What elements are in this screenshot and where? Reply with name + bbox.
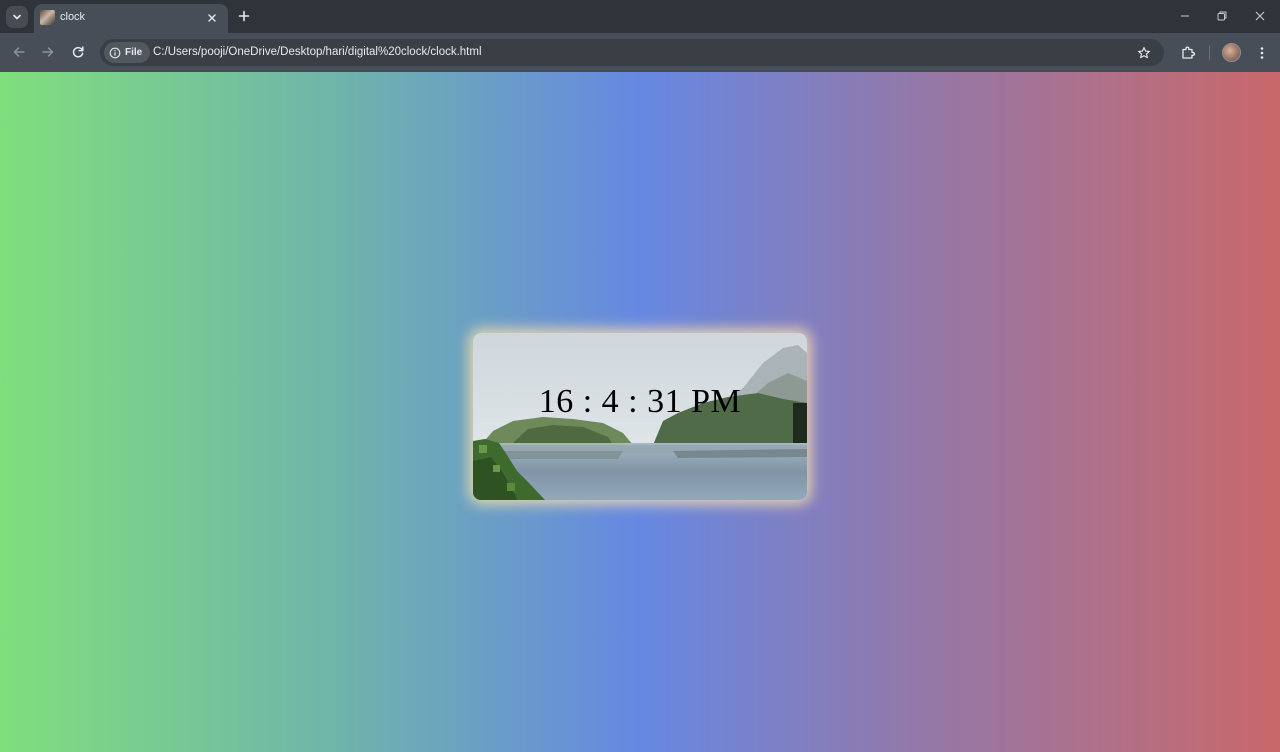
close-window-button[interactable]: [1248, 5, 1272, 27]
arrow-left-icon: [13, 47, 25, 57]
tab-strip: clock: [0, 0, 1280, 33]
restore-icon: [1217, 11, 1227, 21]
close-icon: [208, 14, 216, 22]
avatar[interactable]: [1222, 43, 1241, 62]
page-favicon: [40, 10, 55, 25]
chevron-down-icon: [13, 14, 21, 20]
back-button[interactable]: [8, 41, 30, 63]
clock-card: 16 : 4 : 31 PM: [473, 333, 807, 500]
tab-title: clock: [60, 11, 86, 23]
url-text[interactable]: C:/Users/pooji/OneDrive/Desktop/hari/dig…: [153, 46, 482, 58]
site-info-chip[interactable]: File: [104, 42, 151, 63]
browser-menu-button[interactable]: [1251, 42, 1273, 64]
arrow-right-icon: [42, 47, 54, 57]
plus-icon: [238, 10, 250, 22]
reload-icon: [72, 46, 84, 58]
browser-toolbar: File C:/Users/pooji/OneDrive/Desktop/har…: [0, 33, 1280, 72]
star-icon: [1138, 47, 1150, 59]
kebab-menu-icon: [1260, 47, 1264, 59]
tab-search-button[interactable]: [6, 6, 28, 28]
active-tab[interactable]: clock: [34, 4, 228, 33]
toolbar-divider: [1209, 46, 1210, 60]
minimize-button[interactable]: [1173, 5, 1197, 27]
clock-time-display: 16 : 4 : 31 PM: [538, 383, 742, 420]
restore-button[interactable]: [1210, 5, 1234, 27]
bookmark-button[interactable]: [1134, 43, 1154, 63]
puzzle-icon: [1182, 46, 1195, 59]
address-bar[interactable]: File C:/Users/pooji/OneDrive/Desktop/har…: [100, 39, 1164, 66]
info-icon: [109, 47, 121, 58]
reload-button[interactable]: [67, 41, 89, 63]
forward-button[interactable]: [37, 41, 59, 63]
minimize-icon: [1181, 15, 1189, 17]
site-chip-label: File: [125, 47, 143, 58]
new-tab-button[interactable]: [234, 6, 254, 26]
close-icon: [1255, 11, 1265, 21]
extensions-button[interactable]: [1177, 42, 1199, 64]
page-viewport: 16 : 4 : 31 PM: [0, 72, 1280, 752]
tab-close-button[interactable]: [204, 10, 220, 26]
